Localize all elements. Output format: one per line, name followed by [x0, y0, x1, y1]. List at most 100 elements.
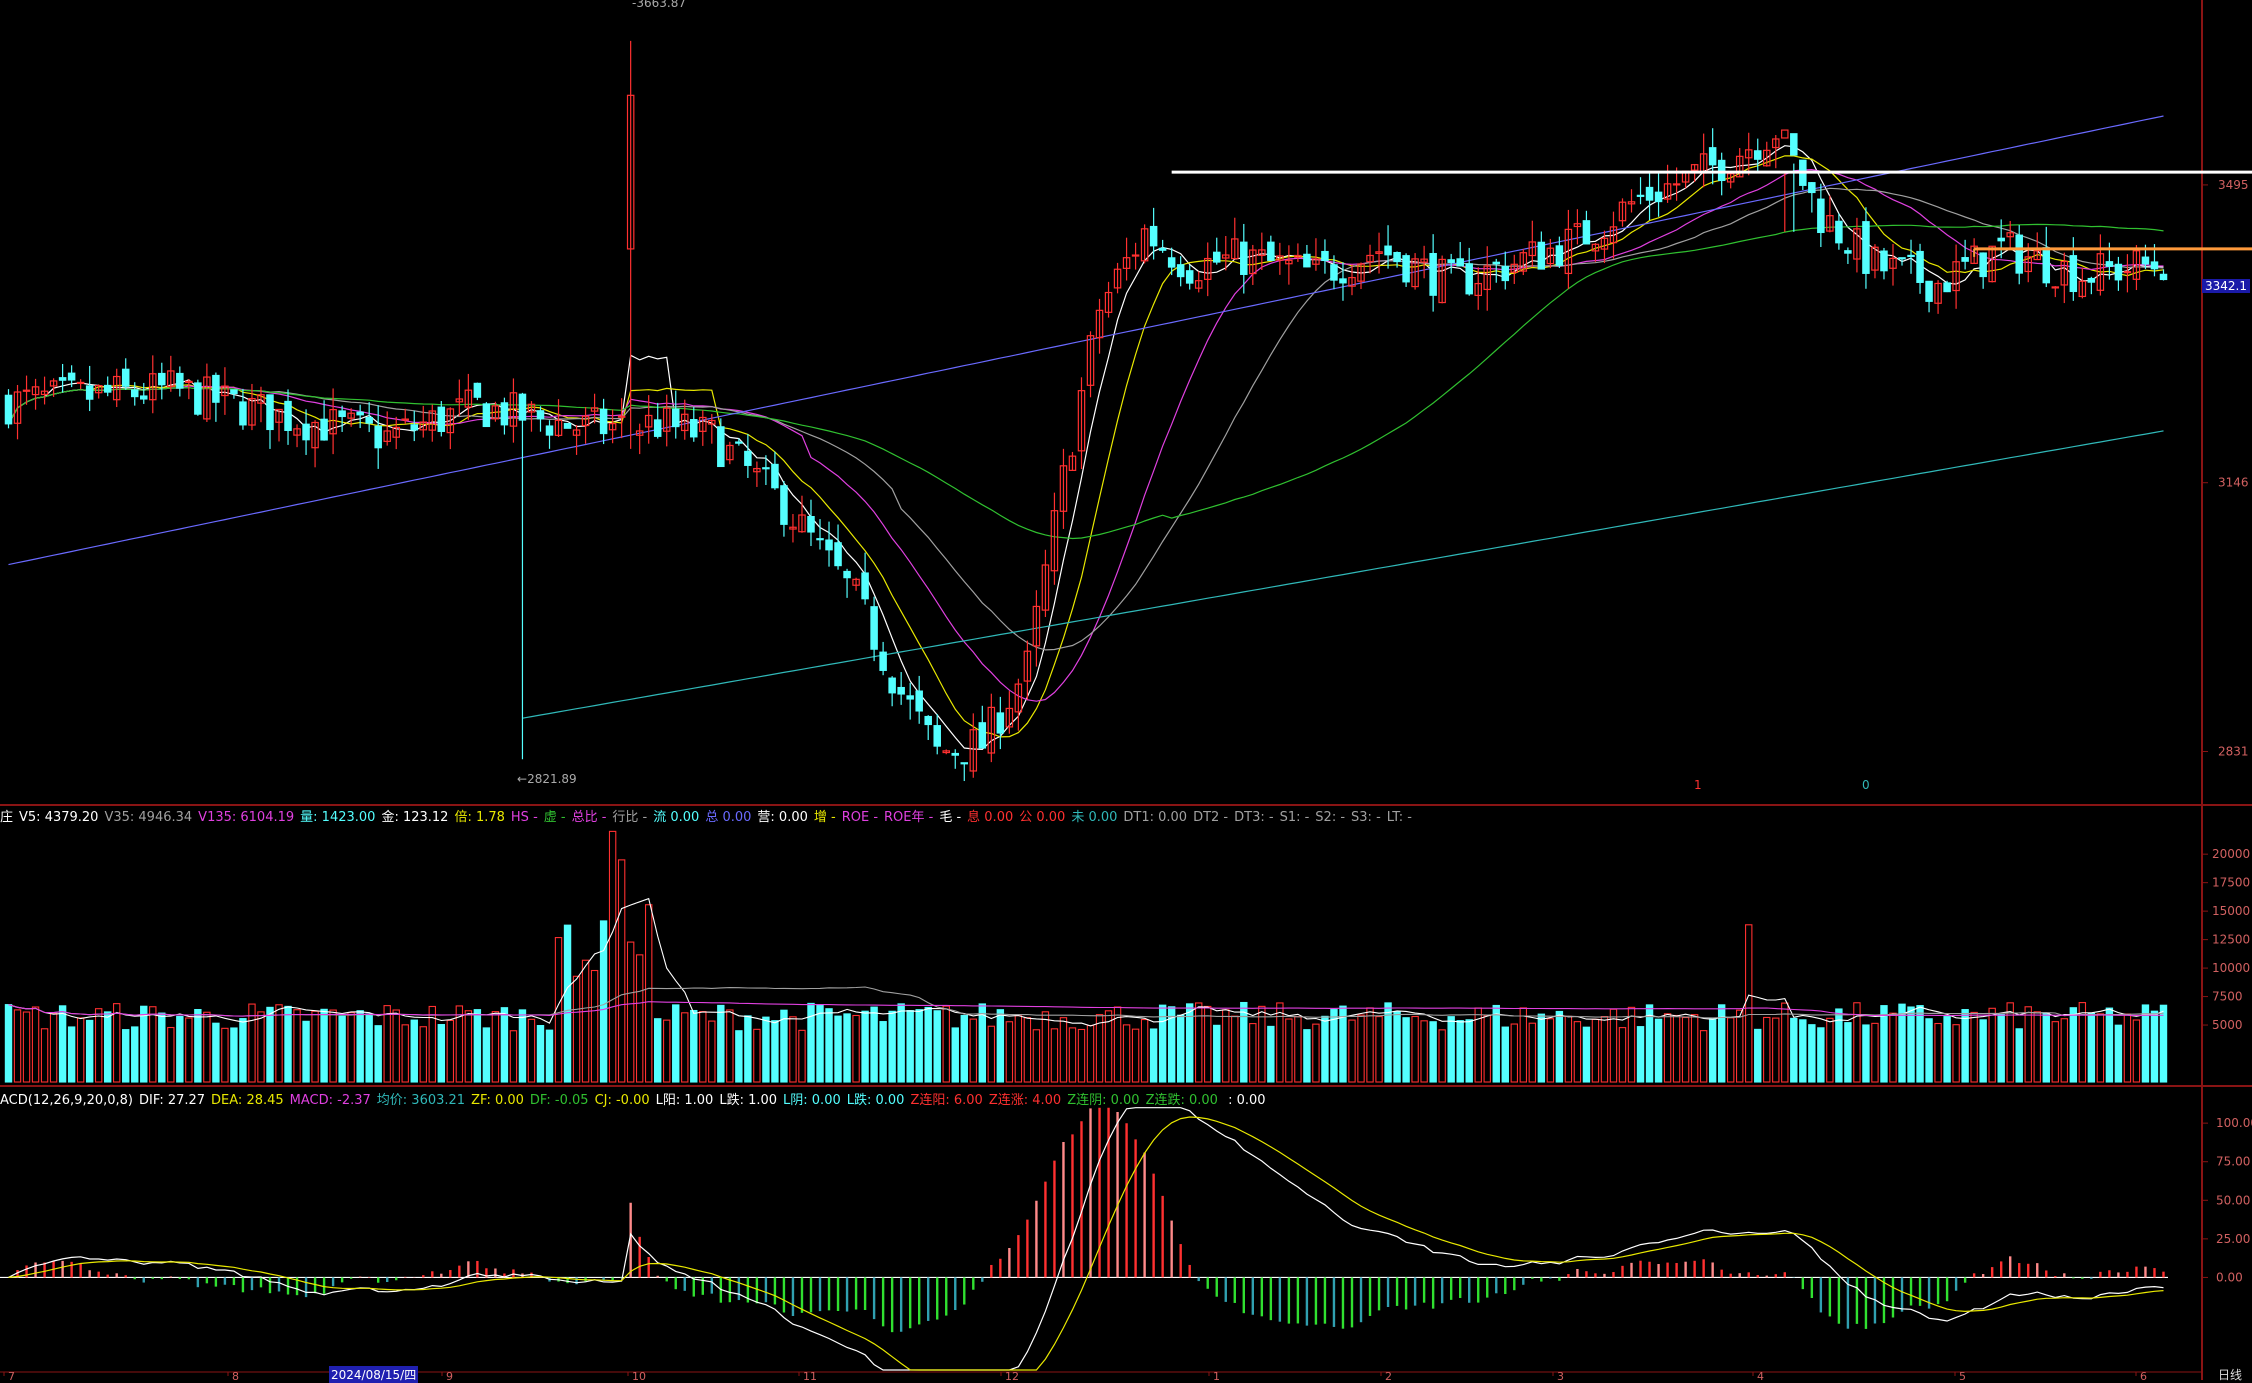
- candle-body: [473, 382, 482, 398]
- volume-bar: [672, 1004, 680, 1083]
- volume-bar: [1844, 1022, 1852, 1083]
- month-label: 11: [803, 1370, 817, 1380]
- month-label: 6: [2140, 1370, 2147, 1380]
- macd-info-item: L跌: 0.00: [846, 1093, 905, 1108]
- volume-bar: [518, 1009, 527, 1083]
- volume-bar: [1330, 1009, 1338, 1083]
- volume-bar: [374, 1025, 382, 1083]
- stock-chart[interactable]: 2831314634955000750010000125001500017500…: [0, 0, 2252, 1380]
- volume-bar: [1176, 1014, 1185, 1083]
- month-label: 3: [1557, 1370, 1564, 1380]
- candle-body: [1384, 245, 1392, 256]
- volume-bar: [879, 1021, 887, 1083]
- candle-body: [230, 389, 238, 395]
- volume-bar: [1916, 1005, 1924, 1083]
- volume-bar: [1582, 1026, 1591, 1083]
- volume-info-item: 庄: [0, 810, 14, 825]
- volume-bar: [122, 1029, 130, 1083]
- candle-body: [1303, 253, 1311, 268]
- volume-bar: [1393, 1011, 1401, 1083]
- candle-body: [563, 422, 572, 429]
- candle-body: [482, 403, 491, 428]
- volume-info-item: 倍: 1.78: [454, 810, 505, 825]
- candle-body: [1131, 254, 1140, 257]
- volume-info-item: 虚 -: [543, 810, 566, 825]
- candle-body: [780, 485, 788, 525]
- volume-bar: [1555, 1010, 1564, 1083]
- candle-body: [816, 538, 824, 541]
- selected-date-label: 2024/08/15/四: [329, 1366, 419, 1383]
- month-label: 8: [232, 1370, 239, 1380]
- volume-info-item: ROE年 -: [884, 810, 934, 825]
- candle-body: [212, 374, 220, 403]
- candle-body: [1925, 280, 1933, 302]
- volume-bar: [410, 1019, 418, 1083]
- volume-bar: [1429, 1021, 1437, 1083]
- volume-bar: [1321, 1015, 1329, 1083]
- candle-body: [1645, 186, 1654, 201]
- candle-body: [1429, 252, 1437, 296]
- marker-zero: 0: [1862, 778, 1870, 792]
- candle-body: [996, 712, 1005, 734]
- volume-bar: [771, 1020, 779, 1083]
- volume-bar: [2141, 1004, 2150, 1083]
- volume-tick-label: 5000: [2212, 1018, 2243, 1032]
- candle-body: [545, 425, 554, 436]
- macd-tick-label: 75.00: [2216, 1155, 2250, 1169]
- volume-info-item: 营: 0.00: [757, 810, 808, 825]
- volume-bar: [1754, 1028, 1762, 1083]
- period-label[interactable]: 日线: [2218, 1366, 2242, 1383]
- volume-bar: [1708, 1017, 1717, 1083]
- volume-bar: [1447, 1016, 1455, 1083]
- candle-body: [1456, 258, 1464, 267]
- volume-bar: [1213, 1024, 1221, 1083]
- volume-bar: [1303, 1029, 1311, 1083]
- volume-bar: [1880, 1005, 1888, 1083]
- candle-body: [130, 389, 139, 398]
- macd-info-item: : 0.00: [1223, 1093, 1266, 1108]
- candle-body: [1149, 225, 1158, 247]
- candle-body: [1465, 263, 1473, 295]
- volume-bar: [906, 1010, 914, 1083]
- candle-body: [320, 418, 328, 441]
- volume-info-item: S2: -: [1315, 810, 1346, 825]
- candle-body: [960, 762, 969, 765]
- candle-body: [437, 406, 446, 432]
- volume-info-item: 未 0.00: [1071, 810, 1118, 825]
- candle-body: [1176, 264, 1185, 278]
- candle-body: [933, 725, 941, 747]
- volume-tick-label: 12500: [2212, 933, 2250, 947]
- candle-body: [1898, 257, 1906, 260]
- candle-body: [897, 686, 905, 695]
- volume-bar: [1799, 1019, 1807, 1083]
- candle-body: [67, 372, 76, 381]
- month-label: 9: [446, 1370, 453, 1380]
- volume-bar: [58, 1005, 67, 1083]
- candle-body: [978, 722, 987, 749]
- month-label: 10: [632, 1370, 646, 1380]
- candle-body: [879, 651, 887, 671]
- volume-info-item: V35: 4946.34: [104, 810, 193, 825]
- volume-info-item: DT2 -: [1193, 810, 1229, 825]
- volume-info-item: 总 0.00: [705, 810, 752, 825]
- volume-info-item: LT: -: [1386, 810, 1412, 825]
- candle-body: [1212, 251, 1221, 263]
- candle-body: [194, 382, 202, 415]
- volume-bar: [365, 1013, 373, 1083]
- volume-bar: [690, 1009, 698, 1083]
- volume-bar: [735, 1030, 743, 1083]
- volume-info-item: DT3: -: [1234, 810, 1274, 825]
- volume-bar: [1862, 1024, 1870, 1083]
- volume-tick-label: 7500: [2212, 990, 2243, 1004]
- volume-bar: [861, 1010, 869, 1083]
- candle-body: [1555, 245, 1564, 266]
- macd-info-item: 均价: 3603.21: [376, 1093, 466, 1108]
- price-tick-label: 2831: [2218, 744, 2249, 758]
- candle-body: [2123, 271, 2132, 274]
- candle-body: [653, 419, 662, 437]
- volume-bar: [1997, 1013, 2005, 1083]
- macd-indicator-row: ACD(12,26,9,20,0,8) DIF: 27.27 DEA: 28.45 M…: [0, 1089, 1272, 1108]
- macd-info-item: Z连阴: 0.00: [1067, 1093, 1140, 1108]
- candle-body: [410, 424, 419, 431]
- volume-info-item: V135: 6104.19: [198, 810, 295, 825]
